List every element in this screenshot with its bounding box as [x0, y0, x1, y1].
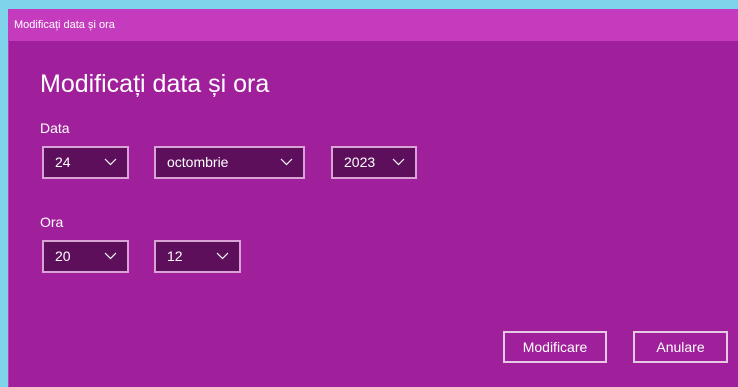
- page-title: Modificați data și ora: [40, 70, 270, 98]
- day-select[interactable]: 24: [42, 146, 129, 179]
- window-titlebar: Modificați data și ora: [9, 10, 738, 41]
- day-value: 24: [55, 154, 71, 170]
- window-title: Modificați data și ora: [14, 19, 115, 31]
- chevron-down-icon: [104, 158, 117, 166]
- year-value: 2023: [344, 154, 376, 170]
- time-label: Ora: [40, 214, 64, 230]
- date-label: Data: [40, 120, 70, 136]
- minute-select[interactable]: 12: [154, 240, 241, 273]
- chevron-down-icon: [104, 252, 117, 260]
- modify-button[interactable]: Modificare: [503, 331, 607, 363]
- cancel-button[interactable]: Anulare: [633, 331, 728, 363]
- chevron-down-icon: [392, 158, 405, 166]
- hour-value: 20: [55, 248, 71, 264]
- change-date-time-dialog: Modificați data și ora Modificați data ș…: [8, 9, 738, 387]
- chevron-down-icon: [216, 252, 229, 260]
- hour-select[interactable]: 20: [42, 240, 129, 273]
- month-select[interactable]: octombrie: [154, 146, 305, 179]
- chevron-down-icon: [280, 158, 293, 166]
- year-select[interactable]: 2023: [331, 146, 417, 179]
- month-value: octombrie: [167, 154, 229, 170]
- minute-value: 12: [167, 248, 183, 264]
